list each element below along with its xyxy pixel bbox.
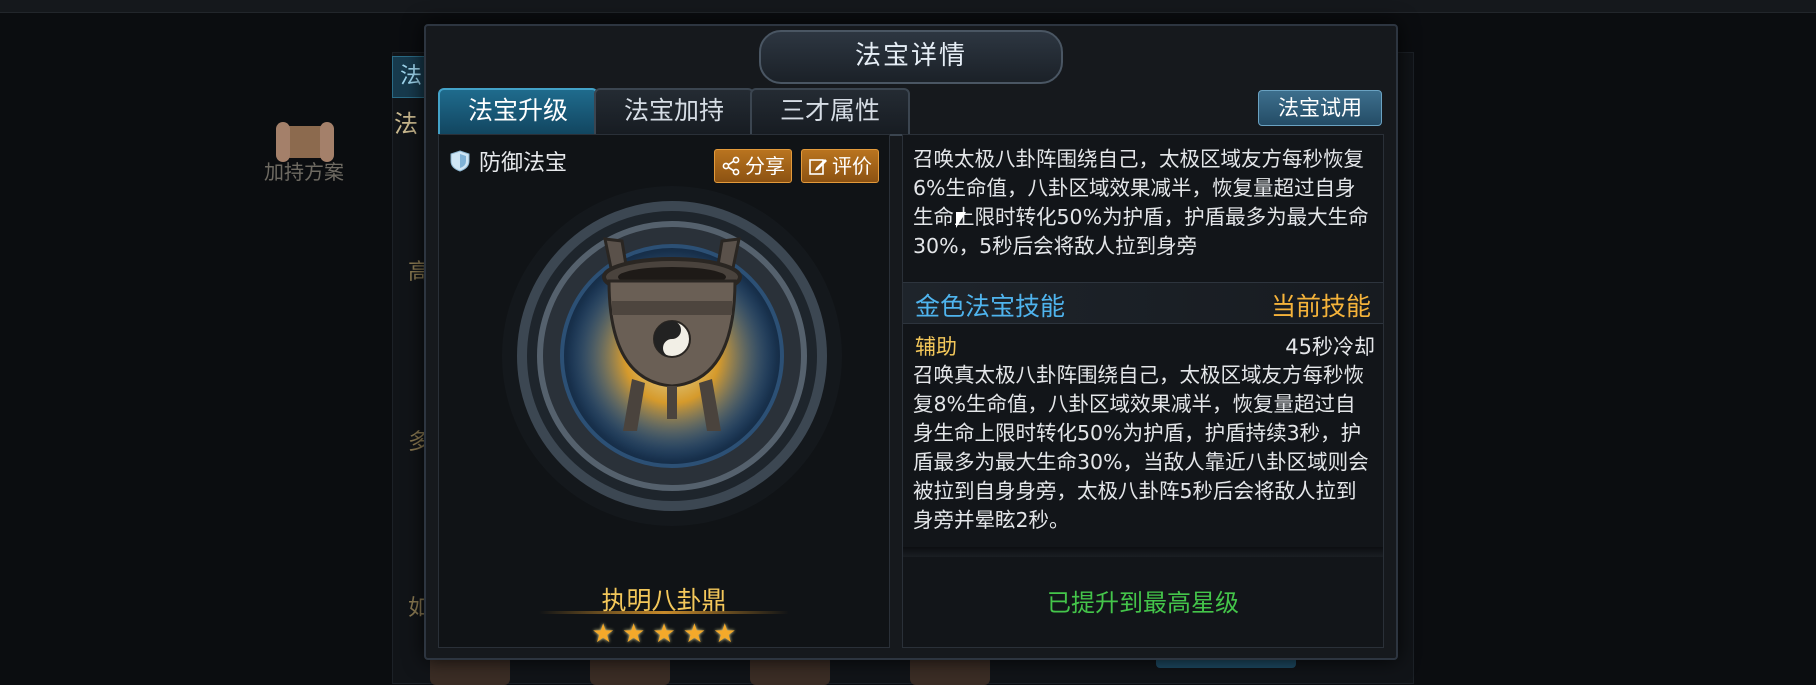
mouse-cursor bbox=[956, 212, 966, 228]
current-skill-description: 召唤太极八卦阵围绕自己，太极区域友方每秒恢复6%生命值，八卦区域效果减半，恢复量… bbox=[913, 147, 1369, 258]
tab-upgrade[interactable]: 法宝升级 bbox=[438, 88, 598, 136]
share-button[interactable]: 分享 bbox=[714, 149, 792, 183]
star-icon: ★ bbox=[652, 619, 676, 649]
max-star-status: 已提升到最高星级 bbox=[1047, 589, 1239, 617]
share-icon bbox=[722, 156, 740, 176]
panel-divider bbox=[903, 547, 1383, 557]
tab-enhance[interactable]: 法宝加持 bbox=[594, 88, 754, 136]
trial-button[interactable]: 法宝试用 bbox=[1258, 90, 1382, 126]
tab-attributes[interactable]: 三才属性 bbox=[750, 88, 910, 136]
top-strip bbox=[0, 0, 1816, 13]
share-label: 分享 bbox=[745, 154, 785, 178]
gold-skill-description: 召唤真太极八卦阵围绕自己，太极区域友方每秒恢复8%生命值，八卦区域效果减半，恢复… bbox=[913, 363, 1369, 532]
treasure-detail-modal: 法宝详情 法宝升级 法宝加持 三才属性 法宝试用 防御法宝 分享 评价 执明八卦… bbox=[424, 24, 1398, 660]
skill-cooldown: 45秒冷却 bbox=[1285, 335, 1375, 359]
star-icon: ★ bbox=[682, 619, 707, 649]
star-icon: ★ bbox=[591, 619, 615, 649]
treasure-type-label: 防御法宝 bbox=[479, 151, 568, 176]
gold-skill-header: 金色法宝技能 当前技能 bbox=[903, 282, 1383, 324]
modal-title: 法宝详情 bbox=[759, 30, 1063, 84]
gold-skill-title: 金色法宝技能 bbox=[915, 292, 1066, 321]
background-side-label: 法 bbox=[394, 110, 418, 138]
edit-icon bbox=[809, 159, 827, 175]
review-label: 评价 bbox=[832, 154, 872, 178]
skill-type: 辅助 bbox=[915, 335, 957, 359]
treasure-type: 防御法宝 bbox=[449, 145, 567, 177]
review-button[interactable]: 评价 bbox=[801, 149, 879, 183]
treasure-icon bbox=[502, 186, 842, 526]
treasure-preview-panel: 防御法宝 分享 评价 执明八卦鼎 ★ ★ ★ ★ ★ bbox=[438, 134, 890, 649]
star-rating: ★ ★ ★ ★ ★ bbox=[439, 619, 889, 649]
name-underline bbox=[539, 611, 789, 614]
scroll-label: 加持方案 bbox=[264, 160, 344, 184]
star-icon: ★ bbox=[621, 619, 646, 649]
star-icon: ★ bbox=[713, 619, 737, 649]
skill-info-panel[interactable]: 召唤太极八卦阵围绕自己，太极区域友方每秒恢复6%生命值，八卦区域效果减半，恢复量… bbox=[902, 134, 1384, 648]
shield-icon bbox=[450, 150, 470, 172]
current-skill-label: 当前技能 bbox=[1270, 292, 1371, 321]
